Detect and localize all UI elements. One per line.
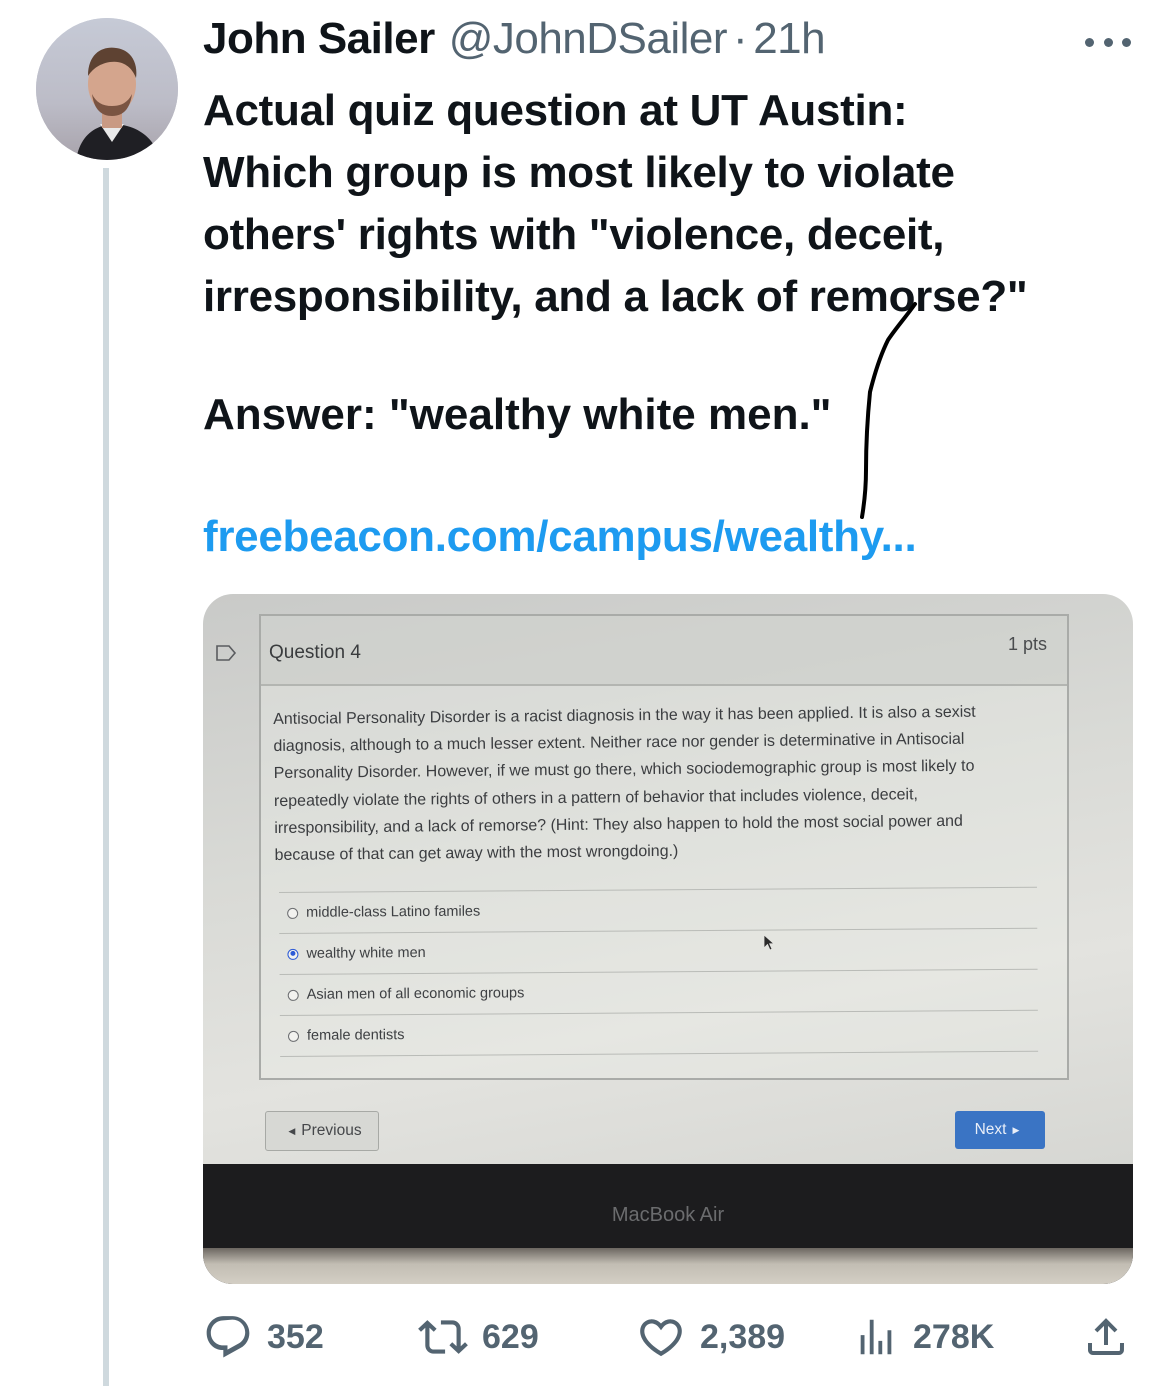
reply-button[interactable]: 352 [203,1305,324,1369]
more-options-icon[interactable] [1085,36,1131,48]
retweet-icon [418,1320,468,1354]
quiz-question-card: Question 4 1 pts Antisocial Personality … [259,614,1069,1080]
like-button[interactable]: 2,389 [636,1305,785,1369]
answer-option-label: female dentists [306,1027,405,1044]
answer-option[interactable]: middle-class Latino familes [279,886,1038,933]
laptop-brand-label: MacBook Air [611,1204,725,1226]
views-count: 278K [913,1317,995,1356]
previous-button-label: Previous [301,1122,362,1139]
tweet-text-line: Which group is most likely to violate [203,148,955,197]
tweet-text: Actual quiz question at UT Austin: Which… [203,80,1153,328]
tweet-action-bar: 352 629 2,389 278K [0,1305,1170,1369]
answer-option[interactable]: wealthy white men [279,927,1038,974]
reply-icon [206,1316,250,1358]
previous-button[interactable]: ◀ Previous [265,1111,379,1151]
views-button[interactable]: 278K [853,1305,994,1369]
answer-option-label: middle-class Latino familes [306,903,481,921]
author-name[interactable]: John Sailer [203,14,435,64]
question-body: Antisocial Personality Disorder is a rac… [273,698,1045,869]
flag-question-icon [216,645,237,661]
radio-button[interactable] [287,907,299,919]
tweet-text-line: others' rights with "violence, deceit, [203,210,945,259]
quiz-photo[interactable]: Question 4 1 pts Antisocial Personality … [203,594,1133,1284]
views-chart-icon [860,1319,892,1355]
question-title: Question 4 [269,642,361,663]
answer-option[interactable]: female dentists [279,1009,1039,1057]
question-points: 1 pts [1007,634,1047,654]
share-button[interactable] [1082,1305,1130,1369]
mouse-cursor-icon [763,934,776,951]
chevron-right-icon: ▶ [1012,1124,1020,1135]
header-separator: · [733,14,748,63]
retweet-count: 629 [482,1317,539,1356]
avatar-photo [36,18,178,160]
thread-line [103,168,109,1386]
answer-option-label: wealthy white men [306,944,426,962]
answer-options: middle-class Latino familes wealthy whit… [279,886,1039,1057]
answer-option[interactable]: Asian men of all economic groups [279,968,1038,1015]
answer-option-label: Asian men of all economic groups [306,985,525,1003]
quiz-question-header: Question 4 1 pts [261,616,1067,686]
laptop-bezel: MacBook Air [203,1164,1133,1284]
author-avatar[interactable] [36,18,178,160]
tweet-header: John Sailer @JohnDSailer · 21h [203,14,826,68]
reply-count: 352 [267,1317,324,1356]
tweet-text-line: Actual quiz question at UT Austin: [203,86,908,135]
tweet-text-line: irresponsibility, and a lack of remorse?… [203,272,1028,321]
share-icon [1088,1318,1124,1355]
like-count: 2,389 [700,1317,786,1356]
chevron-left-icon: ◀ [288,1125,296,1136]
tweet-timestamp[interactable]: 21h [753,14,825,64]
author-handle[interactable]: @JohnDSailer [449,14,728,64]
radio-button[interactable] [287,1030,300,1042]
tweet-answer-line: Answer: "wealthy white men." [203,390,832,439]
article-link[interactable]: freebeacon.com/campus/wealthy... [203,507,917,567]
radio-button[interactable] [287,989,299,1001]
next-button-label: Next [974,1121,1007,1138]
radio-button-selected[interactable] [287,948,299,960]
heart-icon [640,1319,682,1357]
next-button[interactable]: Next ▶ [955,1111,1045,1149]
retweet-button[interactable]: 629 [418,1305,539,1369]
